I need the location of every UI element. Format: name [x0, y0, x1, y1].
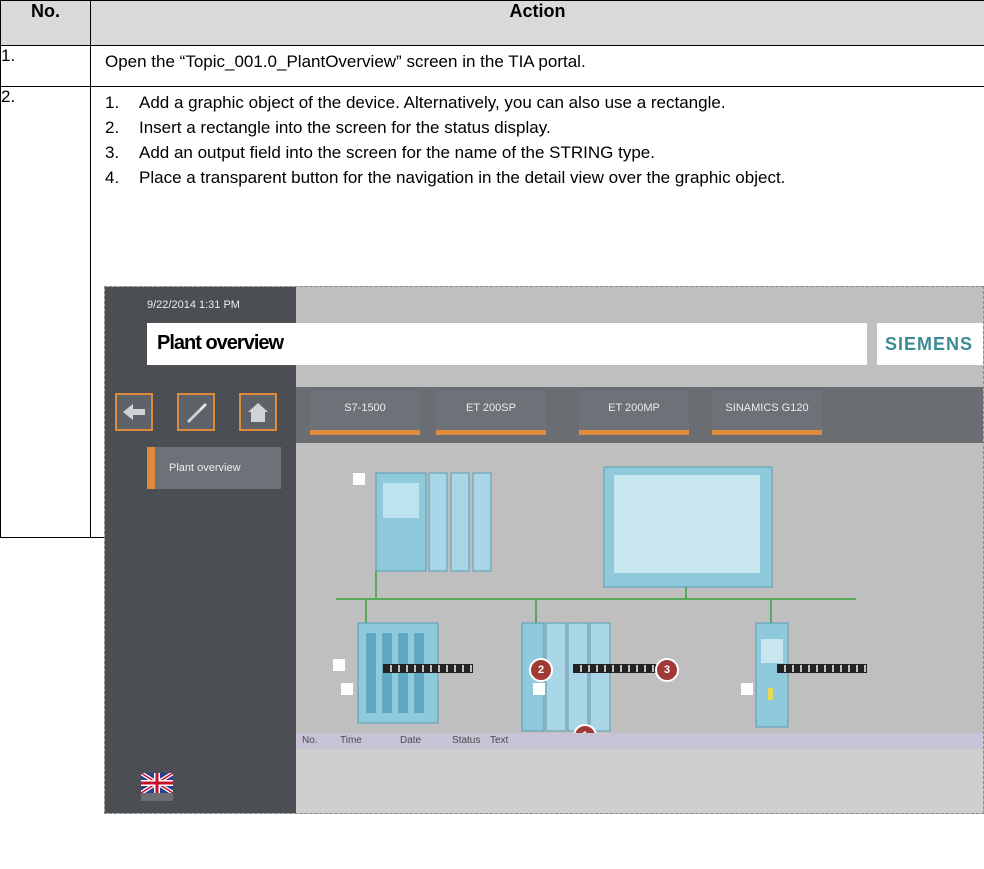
- alarm-col-date: Date: [400, 735, 422, 746]
- tab-label: S7-1500: [344, 402, 386, 414]
- status-display-rect: [741, 683, 753, 695]
- hmi-panel-device-graphic: [603, 466, 773, 588]
- header-action: Action: [90, 0, 984, 46]
- tab-s7-1500[interactable]: S7-1500: [310, 391, 420, 435]
- sidebar-item-plant-overview[interactable]: Plant overview: [147, 447, 281, 489]
- device-name-output-field: [573, 664, 663, 673]
- hmi-screenshot: 9/22/2014 1:31 PM Plant overview SIEMENS…: [104, 286, 984, 814]
- tab-underline: [579, 430, 689, 435]
- status-display-rect: [333, 659, 345, 671]
- tab-sinamics-g120[interactable]: SINAMICS G120: [712, 391, 822, 435]
- step-item: 1. Add a graphic object of the device. Al…: [91, 92, 984, 113]
- alarm-col-time: Time: [340, 735, 362, 746]
- status-display-rect: [341, 683, 353, 695]
- alarm-col-status: Status: [452, 735, 481, 746]
- et-200sp-device-graphic: [357, 622, 439, 724]
- step-item: 2. Insert a rectangle into the screen for…: [91, 117, 984, 138]
- callout-badge-2: 2: [529, 658, 553, 682]
- datetime-display: 9/22/2014 1:31 PM: [147, 299, 240, 311]
- step-number: 4.: [105, 168, 120, 187]
- logo-area: SIEMENS: [877, 323, 983, 365]
- row-number: 2.: [0, 86, 91, 538]
- sidebar-item-marker: [147, 447, 155, 489]
- step-number: 2.: [105, 118, 120, 137]
- steps-list: 1. Add a graphic object of the device. Al…: [91, 87, 984, 188]
- action-text: Open the “Topic_001.0_PlantOverview” scr…: [90, 45, 984, 87]
- screwdriver-icon[interactable]: [177, 393, 215, 431]
- siemens-logo: SIEMENS: [885, 334, 974, 354]
- alarm-view-header: No. Time Date Status Text: [296, 733, 983, 749]
- status-display-rect: [533, 683, 545, 695]
- device-name-output-field: [777, 664, 867, 673]
- tab-underline: [712, 430, 822, 435]
- alarm-col-text: Text: [490, 735, 509, 746]
- step-text: Add an output field into the screen for …: [139, 143, 655, 162]
- tab-label: ET 200MP: [608, 402, 660, 414]
- status-display-rect: [353, 473, 365, 485]
- tab-label: SINAMICS G120: [725, 402, 809, 414]
- callout-badge-3: 3: [655, 658, 679, 682]
- step-item: 4. Place a transparent button for the nav…: [91, 167, 984, 188]
- step-number: 1.: [105, 93, 120, 112]
- title-bar: Plant overview: [147, 323, 867, 365]
- plant-network-diagram: [336, 466, 856, 732]
- step-number: 3.: [105, 143, 120, 162]
- tab-underline: [310, 430, 420, 435]
- alarm-col-no: No.: [302, 735, 318, 746]
- header-no: No.: [0, 0, 91, 46]
- step-text: Add a graphic object of the device. Alte…: [139, 93, 726, 112]
- tab-et-200mp[interactable]: ET 200MP: [579, 391, 689, 435]
- step-text: Place a transparent button for the navig…: [139, 168, 786, 187]
- step-text: Insert a rectangle into the screen for t…: [139, 118, 551, 137]
- back-arrow-icon[interactable]: [115, 393, 153, 431]
- s7-1500-device-graphic: [375, 472, 492, 572]
- left-panel: [105, 287, 296, 813]
- tab-label: ET 200SP: [466, 402, 516, 414]
- screen-title: Plant overview: [157, 332, 284, 354]
- sidebar-item-label: Plant overview: [169, 462, 241, 474]
- alarm-view-body: [296, 749, 983, 813]
- uk-flag-icon[interactable]: [141, 773, 173, 801]
- step-item: 3. Add an output field into the screen fo…: [91, 142, 984, 163]
- device-name-output-field: [383, 664, 473, 673]
- home-icon[interactable]: [239, 393, 277, 431]
- tab-et-200sp[interactable]: ET 200SP: [436, 391, 546, 435]
- sinamics-g120-device-graphic: [755, 622, 789, 728]
- tab-underline: [436, 430, 546, 435]
- row-number: 1.: [0, 45, 91, 87]
